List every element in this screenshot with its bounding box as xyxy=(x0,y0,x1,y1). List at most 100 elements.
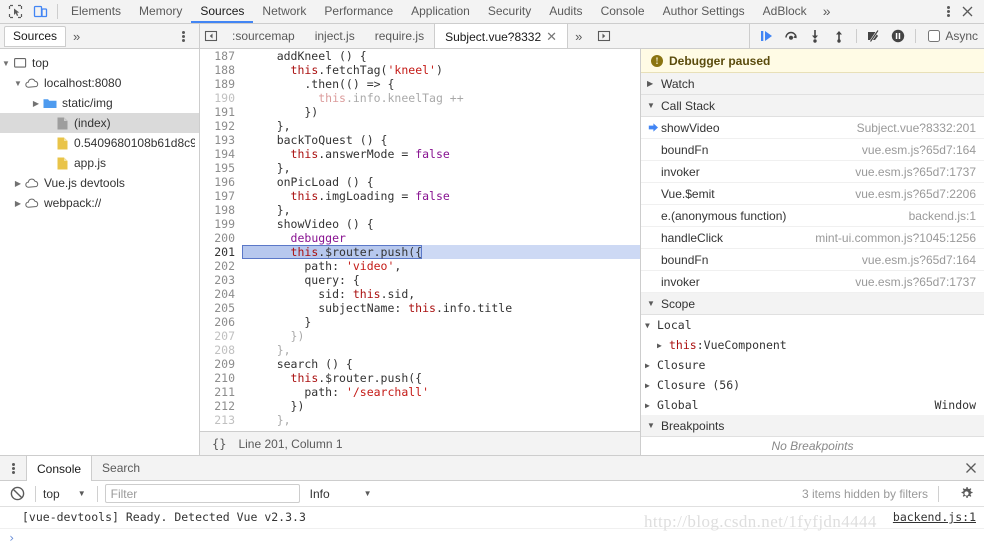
line-number[interactable]: 201 xyxy=(200,245,242,259)
line-number[interactable]: 210 xyxy=(200,371,242,385)
line-number[interactable]: 207 xyxy=(200,329,242,343)
console-message-source-link[interactable]: backend.js:1 xyxy=(893,510,976,525)
twisty-closed-icon[interactable]: ▶ xyxy=(12,179,24,188)
tab-audits[interactable]: Audits xyxy=(540,0,591,23)
code-line[interactable]: 203 query: { xyxy=(200,273,640,287)
tab-adblock[interactable]: AdBlock xyxy=(754,0,816,23)
console-context-selector[interactable]: top ▼ xyxy=(43,487,90,501)
code-line[interactable]: 197 this.imgLoading = false xyxy=(200,189,640,203)
tree-item-app-js[interactable]: app.js xyxy=(0,153,199,173)
device-toolbar-icon[interactable] xyxy=(31,4,49,20)
call-stack-row[interactable]: Vue.$emit vue.esm.js?65d7:2206 xyxy=(641,183,984,205)
code-text[interactable]: subjectName: this.info.title xyxy=(242,301,512,315)
tab-application[interactable]: Application xyxy=(402,0,479,23)
tab-elements[interactable]: Elements xyxy=(62,0,130,23)
line-number[interactable]: 195 xyxy=(200,161,242,175)
step-over-next-function-call-button[interactable] xyxy=(780,25,802,47)
step-out-of-current-function-button[interactable] xyxy=(828,25,850,47)
chevron-right-icon[interactable]: ▶ xyxy=(657,341,669,350)
more-options-icon[interactable] xyxy=(940,4,956,20)
line-number[interactable]: 187 xyxy=(200,49,242,63)
scope-row[interactable]: ▶ this: VueComponent xyxy=(641,335,984,355)
line-number[interactable]: 189 xyxy=(200,77,242,91)
code-line[interactable]: 187 addKneel () { xyxy=(200,49,640,63)
code-text[interactable]: this.info.kneelTag ++ xyxy=(242,91,463,105)
line-number[interactable]: 213 xyxy=(200,413,242,427)
code-line[interactable]: 200 debugger xyxy=(200,231,640,245)
code-line[interactable]: 192 }, xyxy=(200,119,640,133)
code-line[interactable]: 211 path: '/searchall' xyxy=(200,385,640,399)
line-number[interactable]: 191 xyxy=(200,105,242,119)
line-number[interactable]: 205 xyxy=(200,301,242,315)
twisty-closed-icon[interactable]: ▶ xyxy=(30,99,42,108)
code-line[interactable]: 189 .then(() => { xyxy=(200,77,640,91)
navigator-overflow-chevron-icon[interactable]: » xyxy=(66,29,87,44)
show-navigator-icon[interactable] xyxy=(200,24,222,48)
deactivate-breakpoints-button[interactable] xyxy=(863,25,885,47)
tab-network[interactable]: Network xyxy=(253,0,315,23)
code-line[interactable]: 206 } xyxy=(200,315,640,329)
code-text[interactable]: onPicLoad () { xyxy=(242,175,374,189)
chevron-right-icon[interactable]: ▶ xyxy=(645,381,657,390)
scope-row[interactable]: ▶ Global Window xyxy=(641,395,984,415)
section-header-breakpoints[interactable]: ▼ Breakpoints xyxy=(641,415,984,437)
file-tab-sourcemap[interactable]: :sourcemap xyxy=(222,24,305,48)
line-number[interactable]: 192 xyxy=(200,119,242,133)
twisty-open-icon[interactable]: ▼ xyxy=(0,59,12,68)
console-settings-gear-icon[interactable] xyxy=(956,484,976,504)
code-text[interactable]: }, xyxy=(242,119,291,133)
code-text[interactable]: } xyxy=(242,315,311,329)
close-tab-icon[interactable]: ✕ xyxy=(546,30,557,43)
code-text[interactable]: search () { xyxy=(242,357,353,371)
call-stack-row[interactable]: boundFn vue.esm.js?65d7:164 xyxy=(641,139,984,161)
async-checkbox-row[interactable]: Async xyxy=(922,29,978,43)
twisty-open-icon[interactable]: ▼ xyxy=(12,79,24,88)
chevron-right-icon[interactable]: ▶ xyxy=(645,361,657,370)
file-tab-require-js[interactable]: require.js xyxy=(365,24,434,48)
call-stack-row[interactable]: invoker vue.esm.js?65d7:1737 xyxy=(641,161,984,183)
file-tab-inject-js[interactable]: inject.js xyxy=(305,24,365,48)
step-into-next-function-call-button[interactable] xyxy=(804,25,826,47)
code-text[interactable]: addKneel () { xyxy=(242,49,367,63)
tree-item-vue-devtools[interactable]: ▶ Vue.js devtools xyxy=(0,173,199,193)
file-tab-subject-vue[interactable]: Subject.vue?8332 ✕ xyxy=(434,24,569,48)
code-line[interactable]: 212 }) xyxy=(200,399,640,413)
call-stack-row[interactable]: showVideo Subject.vue?8332:201 xyxy=(641,117,984,139)
tree-item-localhost[interactable]: ▼ localhost:8080 xyxy=(0,73,199,93)
code-text[interactable]: }, xyxy=(242,343,291,357)
code-line[interactable]: 202 path: 'video', xyxy=(200,259,640,273)
tab-performance[interactable]: Performance xyxy=(315,0,402,23)
code-text[interactable]: this.answerMode = false xyxy=(242,147,450,161)
file-tab-overflow-chevron-icon[interactable]: » xyxy=(568,24,589,48)
code-text[interactable]: path: 'video', xyxy=(242,259,401,273)
line-number[interactable]: 194 xyxy=(200,147,242,161)
code-text[interactable]: this.imgLoading = false xyxy=(242,189,450,203)
call-stack-row[interactable]: boundFn vue.esm.js?65d7:164 xyxy=(641,249,984,271)
code-text[interactable]: }) xyxy=(242,399,305,413)
code-text[interactable]: this.fetchTag('kneel') xyxy=(242,63,443,77)
line-number[interactable]: 209 xyxy=(200,357,242,371)
console-prompt[interactable]: › xyxy=(0,529,984,547)
console-filter-input[interactable] xyxy=(104,484,300,503)
code-line[interactable]: 213 }, xyxy=(200,413,640,427)
line-number[interactable]: 188 xyxy=(200,63,242,77)
section-header-scope[interactable]: ▼ Scope xyxy=(641,293,984,315)
tree-item-index[interactable]: (index) xyxy=(0,113,199,133)
line-number[interactable]: 190 xyxy=(200,91,242,105)
code-text[interactable]: .then(() => { xyxy=(242,77,394,91)
code-text[interactable]: showVideo () { xyxy=(242,217,374,231)
line-number[interactable]: 198 xyxy=(200,203,242,217)
line-number[interactable]: 206 xyxy=(200,315,242,329)
tree-item-webpack[interactable]: ▶ webpack:// xyxy=(0,193,199,213)
pause-on-exceptions-button[interactable] xyxy=(887,25,909,47)
clear-console-icon[interactable] xyxy=(6,483,28,505)
console-level-selector[interactable]: Info ▼ xyxy=(310,487,372,501)
show-debugger-icon[interactable] xyxy=(593,24,615,48)
code-line[interactable]: 207 }) xyxy=(200,329,640,343)
code-text[interactable]: debugger xyxy=(242,231,346,245)
more-tools-icon[interactable] xyxy=(175,28,191,44)
code-line[interactable]: 198 }, xyxy=(200,203,640,217)
line-number[interactable]: 204 xyxy=(200,287,242,301)
code-line[interactable]: 188 this.fetchTag('kneel') xyxy=(200,63,640,77)
code-text[interactable]: }, xyxy=(242,161,291,175)
